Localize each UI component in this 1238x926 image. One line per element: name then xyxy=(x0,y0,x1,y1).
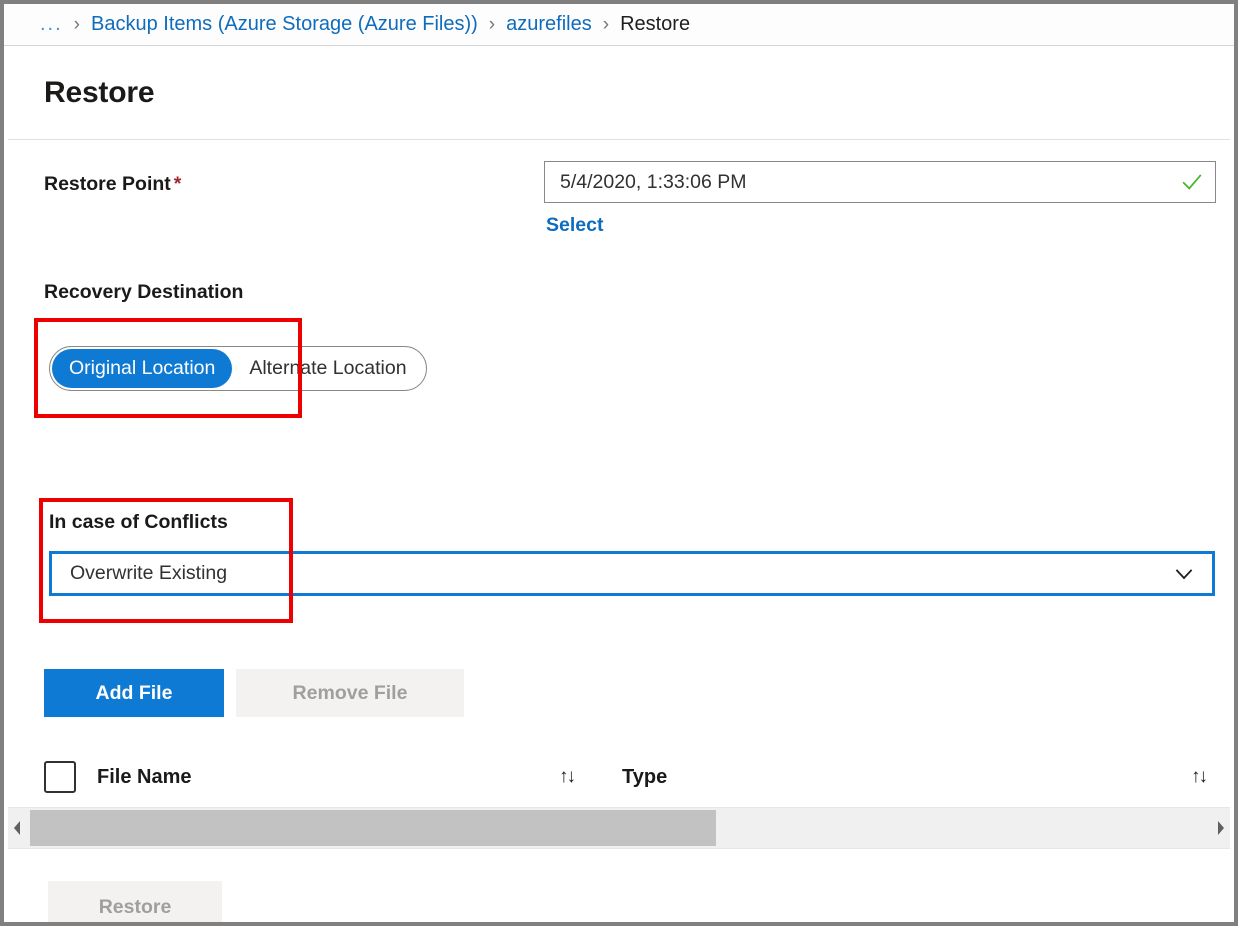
breadcrumb-item-azurefiles[interactable]: azurefiles xyxy=(506,13,592,36)
breadcrumb-item-restore: Restore xyxy=(620,13,691,35)
restore-blade: ... › Backup Items (Azure Storage (Azure… xyxy=(0,0,1238,926)
restore-point-field[interactable]: 5/4/2020, 1:33:06 PM xyxy=(544,161,1216,203)
column-header-file-name-label: File Name xyxy=(97,765,192,788)
required-asterisk: * xyxy=(173,173,182,195)
recovery-destination-label: Recovery Destination xyxy=(44,281,244,303)
page-title: Restore xyxy=(44,76,155,109)
caret-left-icon xyxy=(14,821,20,835)
recovery-destination-toggle[interactable]: Original Location Alternate Location xyxy=(49,346,427,391)
restore-submit-button[interactable]: Restore xyxy=(48,881,222,922)
breadcrumb-ellipsis[interactable]: ... xyxy=(40,13,63,36)
sort-type-icon[interactable]: ↑↓ xyxy=(1191,766,1208,788)
column-header-type-label: Type xyxy=(622,765,668,788)
column-header-type[interactable]: Type ↑↓ xyxy=(622,766,1212,789)
breadcrumb-separator-icon: › xyxy=(73,13,80,35)
check-icon xyxy=(1182,174,1202,190)
toggle-option-original-location[interactable]: Original Location xyxy=(52,349,233,388)
file-table-header: File Name ↑↓ Type ↑↓ xyxy=(44,749,1212,805)
column-header-file-name[interactable]: File Name ↑↓ xyxy=(97,765,576,789)
chevron-down-icon xyxy=(1175,568,1193,579)
add-file-button[interactable]: Add File xyxy=(44,669,224,717)
restore-form: Restore Point * 5/4/2020, 1:33:06 PM Sele… xyxy=(8,141,1230,922)
title-bar: Restore xyxy=(8,47,1230,140)
conflicts-selected-value: Overwrite Existing xyxy=(70,562,228,584)
scrollbar-thumb[interactable] xyxy=(30,810,716,846)
toggle-option-alternate-location[interactable]: Alternate Location xyxy=(232,349,423,388)
select-restore-point-link[interactable]: Select xyxy=(546,214,603,237)
select-all-checkbox[interactable] xyxy=(44,761,76,793)
remove-file-button[interactable]: Remove File xyxy=(236,669,464,717)
breadcrumb-separator-icon: › xyxy=(602,13,610,35)
restore-point-label-text: Restore Point xyxy=(44,173,171,195)
breadcrumb: ... › Backup Items (Azure Storage (Azure… xyxy=(4,4,1234,46)
file-table-horizontal-scrollbar[interactable] xyxy=(8,807,1230,849)
breadcrumb-separator-icon: › xyxy=(488,13,496,35)
breadcrumb-item-backup-items[interactable]: Backup Items (Azure Storage (Azure Files… xyxy=(91,13,478,36)
conflicts-label: In case of Conflicts xyxy=(49,511,228,533)
restore-point-label: Restore Point * xyxy=(44,173,181,196)
restore-point-value[interactable]: 5/4/2020, 1:33:06 PM xyxy=(560,171,1181,194)
conflicts-dropdown[interactable]: Overwrite Existing xyxy=(49,551,1215,596)
caret-right-icon xyxy=(1218,821,1224,835)
scrollbar-track[interactable] xyxy=(26,810,1212,846)
scroll-left-arrow-icon[interactable] xyxy=(8,807,26,849)
sort-file-name-icon[interactable]: ↑↓ xyxy=(559,766,576,788)
scroll-right-arrow-icon[interactable] xyxy=(1212,807,1230,849)
